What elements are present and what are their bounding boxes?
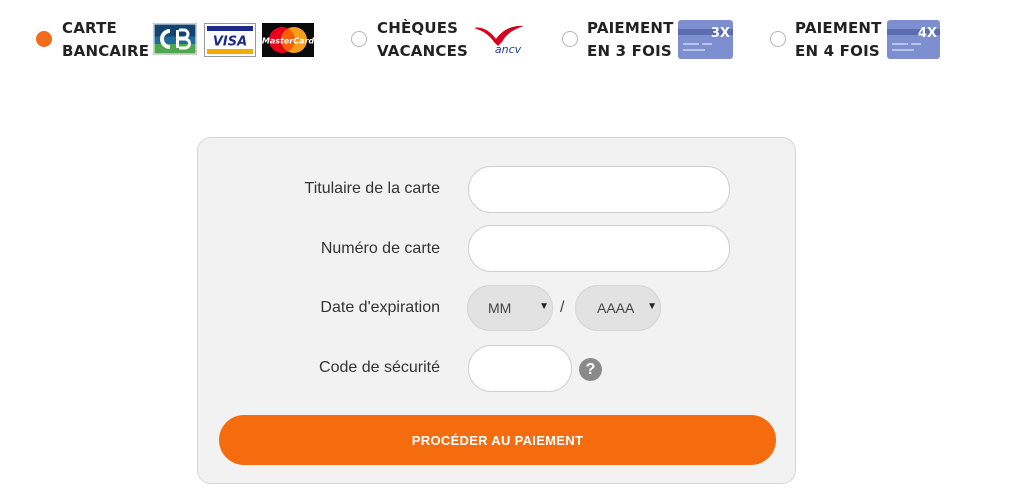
paiement-3-fois-label-line1: PAIEMENT [587,19,674,37]
carte-bancaire-label-line1: CARTE [62,19,117,37]
mastercard-logo-text: MasterCard [262,37,314,46]
radio-cheques-vacances[interactable] [351,31,367,47]
visa-logo: VISA [204,23,256,57]
cheques-vacances-label-line1: CHÈQUES [377,19,459,37]
card-3x-icon: 3X [678,20,733,59]
expiry-date-label: Date d'expiration [320,299,440,316]
cardholder-label: Titulaire de la carte [304,180,440,197]
payment-option-3-fois[interactable]: PAIEMENT EN 3 FOIS 3X [555,0,745,70]
ancv-logo-text: ancv [495,43,522,56]
payment-option-4-fois[interactable]: PAIEMENT EN 4 FOIS 4X [765,0,955,70]
expiry-month-select[interactable]: MM ▼ [467,285,553,331]
card-4x-text: 4X [918,26,937,41]
payment-option-carte-bancaire[interactable]: CARTE BANCAIRE VISA MasterCard [0,0,330,70]
expiry-year-value: AAAA [597,300,635,316]
help-icon[interactable]: ? [579,358,602,381]
cheques-vacances-label: CHÈQUES VACANCES [377,17,468,63]
mastercard-logo: MasterCard [262,23,314,57]
paiement-4-fois-label-line2: EN 4 FOIS [795,42,880,60]
ancv-logo: ancv [474,25,524,56]
radio-paiement-3-fois[interactable] [562,31,578,47]
expiry-month-value: MM [488,300,512,316]
proceed-payment-button[interactable]: PROCÉDER AU PAIEMENT [219,415,776,465]
security-code-input[interactable] [468,345,572,392]
paiement-4-fois-label: PAIEMENT EN 4 FOIS [795,17,882,63]
expiry-year-select[interactable]: AAAA ▼ [575,285,661,331]
card-number-input[interactable] [468,225,730,272]
card-4x-icon: 4X [887,20,940,59]
card-payment-form: Titulaire de la carte Numéro de carte Da… [197,137,796,484]
chevron-down-icon: ▼ [647,301,657,312]
carte-bancaire-label-line2: BANCAIRE [62,42,150,60]
card-number-label: Numéro de carte [320,240,440,257]
security-code-label: Code de sécurité [319,359,440,376]
paiement-4-fois-label-line1: PAIEMENT [795,19,882,37]
payment-option-cheques-vacances[interactable]: CHÈQUES VACANCES ancv [345,0,545,70]
visa-logo-text: VISA [213,35,247,50]
chevron-down-icon: ▼ [539,301,549,312]
card-3x-text: 3X [711,26,730,41]
expiry-separator: / [560,299,565,316]
carte-bancaire-label: CARTE BANCAIRE [62,17,149,63]
cb-logo [153,23,197,55]
cheques-vacances-label-line2: VACANCES [377,42,469,60]
paiement-3-fois-label: PAIEMENT EN 3 FOIS [587,17,674,63]
radio-paiement-4-fois[interactable] [770,31,786,47]
cardholder-input[interactable] [468,166,730,213]
paiement-3-fois-label-line2: EN 3 FOIS [587,42,672,60]
radio-carte-bancaire[interactable] [36,31,52,47]
